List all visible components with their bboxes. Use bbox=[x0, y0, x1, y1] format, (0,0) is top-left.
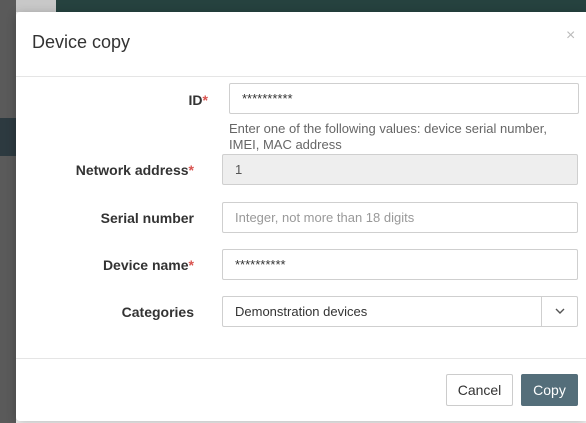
device-name-input[interactable]: ********** bbox=[222, 249, 578, 280]
dialog-title: Device copy bbox=[32, 32, 131, 52]
categories-row: Categories Demonstration devices bbox=[16, 296, 586, 327]
chevron-down-icon[interactable] bbox=[541, 297, 577, 326]
dialog-header: Device copy × bbox=[16, 12, 586, 77]
background-left-highlight bbox=[0, 118, 16, 156]
copy-button[interactable]: Copy bbox=[521, 374, 578, 406]
id-help-text: Enter one of the following values: devic… bbox=[229, 121, 547, 152]
required-marker: * bbox=[188, 162, 194, 178]
network-address-label-text: Network address bbox=[75, 162, 189, 178]
background-topbar-left bbox=[16, 0, 56, 12]
id-label: ID* bbox=[189, 92, 208, 108]
cancel-button[interactable]: Cancel bbox=[446, 374, 513, 406]
background-left-panel bbox=[0, 0, 16, 423]
network-address-label: Network address* bbox=[76, 162, 194, 178]
close-icon[interactable]: × bbox=[566, 28, 575, 44]
required-marker: * bbox=[202, 92, 208, 108]
serial-number-row: Serial number Integer, not more than 18 … bbox=[16, 202, 586, 233]
required-marker: * bbox=[188, 257, 194, 273]
device-name-row: Device name* ********** bbox=[16, 249, 586, 280]
network-address-input: 1 bbox=[222, 154, 578, 185]
device-copy-dialog: Device copy × ID* ********** Enter one o… bbox=[16, 12, 586, 421]
device-name-label: Device name* bbox=[103, 257, 194, 273]
id-input[interactable]: ********** bbox=[229, 83, 579, 114]
device-name-label-text: Device name bbox=[102, 257, 189, 273]
categories-select[interactable]: Demonstration devices bbox=[222, 296, 578, 327]
categories-label: Categories bbox=[121, 304, 194, 320]
serial-number-label: Serial number bbox=[100, 210, 194, 226]
id-label-text: ID bbox=[188, 92, 203, 108]
id-row: ID* ********** Enter one of the followin… bbox=[16, 83, 586, 163]
network-address-row: Network address* 1 bbox=[16, 154, 586, 185]
dialog-footer: Cancel Copy bbox=[16, 358, 586, 421]
background-topbar bbox=[56, 0, 586, 12]
categories-selected-value: Demonstration devices bbox=[235, 304, 368, 319]
serial-number-input[interactable]: Integer, not more than 18 digits bbox=[222, 202, 578, 233]
